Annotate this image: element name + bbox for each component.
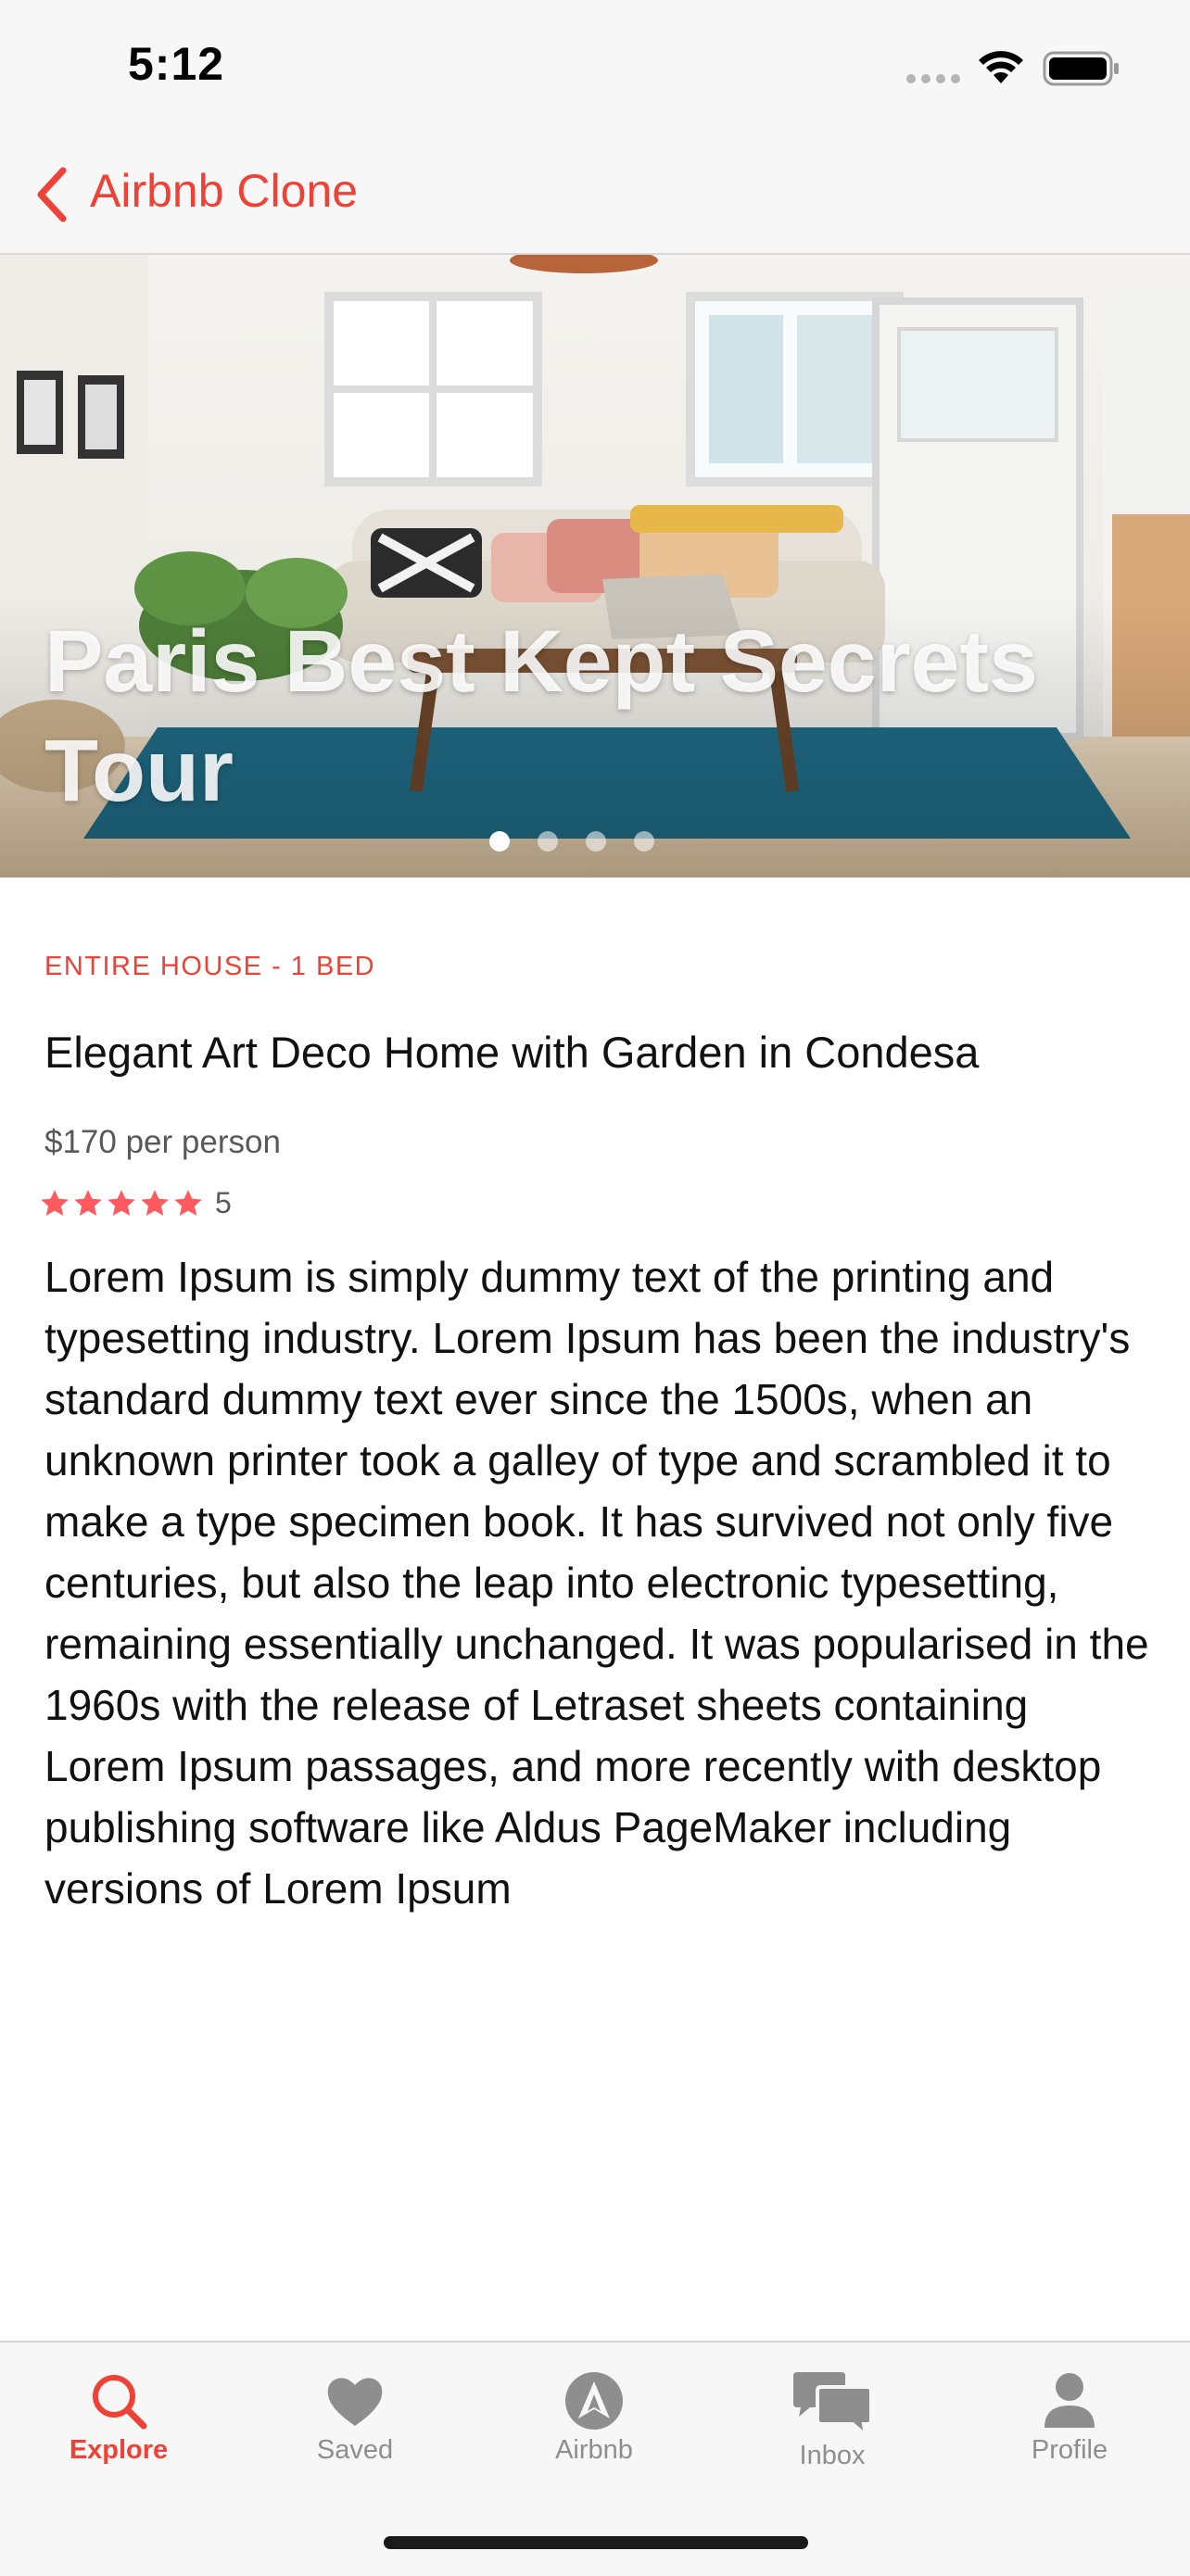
star-rating <box>39 1189 204 1219</box>
tab-airbnb[interactable]: Airbnb <box>501 2370 687 2466</box>
hero-carousel[interactable]: Paris Best Kept Secrets Tour <box>0 255 1190 878</box>
listing-category: ENTIRE HOUSE - 1 BED <box>44 952 376 981</box>
page-indicator[interactable] <box>489 831 654 852</box>
home-indicator[interactable] <box>384 2536 808 2549</box>
battery-icon <box>1043 51 1119 86</box>
status-bar: 5:12 <box>0 0 1190 139</box>
navigation-bar: Airbnb Clone <box>0 139 1190 255</box>
page-dot[interactable] <box>538 831 558 852</box>
person-icon <box>1044 2373 1095 2428</box>
star-icon <box>74 1189 102 1216</box>
heart-icon <box>327 2378 383 2426</box>
cellular-signal-icon <box>906 74 960 83</box>
wifi-icon <box>979 51 1023 83</box>
star-icon <box>174 1189 202 1216</box>
tab-explore[interactable]: Explore <box>26 2370 211 2466</box>
hero-title: Paris Best Kept Secrets Tour <box>44 612 1038 820</box>
search-icon <box>93 2375 147 2430</box>
listing-title: Elegant Art Deco Home with Garden in Con… <box>44 1028 980 1077</box>
chat-bubbles-icon <box>793 2372 873 2437</box>
tab-inbox[interactable]: Inbox <box>740 2370 925 2471</box>
tab-saved[interactable]: Saved <box>262 2370 448 2466</box>
rating-count: 5 <box>215 1186 232 1219</box>
back-chevron-icon[interactable] <box>33 165 70 224</box>
status-time: 5:12 <box>128 38 225 90</box>
tab-label: Profile <box>1031 2435 1108 2465</box>
tab-label: Airbnb <box>555 2435 633 2465</box>
page-dot[interactable] <box>634 831 654 852</box>
listing-description: Lorem Ipsum is simply dummy text of the … <box>44 1253 1149 1913</box>
listing-price: $170 per person <box>44 1124 281 1160</box>
rating-row: 5 <box>39 1186 232 1220</box>
tab-label: Inbox <box>799 2441 866 2470</box>
tab-label: Explore <box>69 2435 169 2465</box>
star-icon <box>41 1189 69 1216</box>
tab-label: Saved <box>316 2435 394 2465</box>
star-icon <box>141 1189 169 1216</box>
star-icon <box>108 1189 135 1216</box>
tab-profile[interactable]: Profile <box>977 2370 1162 2466</box>
back-button[interactable]: Airbnb Clone <box>90 164 358 218</box>
airbnb-logo-icon <box>565 2372 623 2430</box>
page-dot[interactable] <box>586 831 606 852</box>
page-dot[interactable] <box>489 831 510 852</box>
